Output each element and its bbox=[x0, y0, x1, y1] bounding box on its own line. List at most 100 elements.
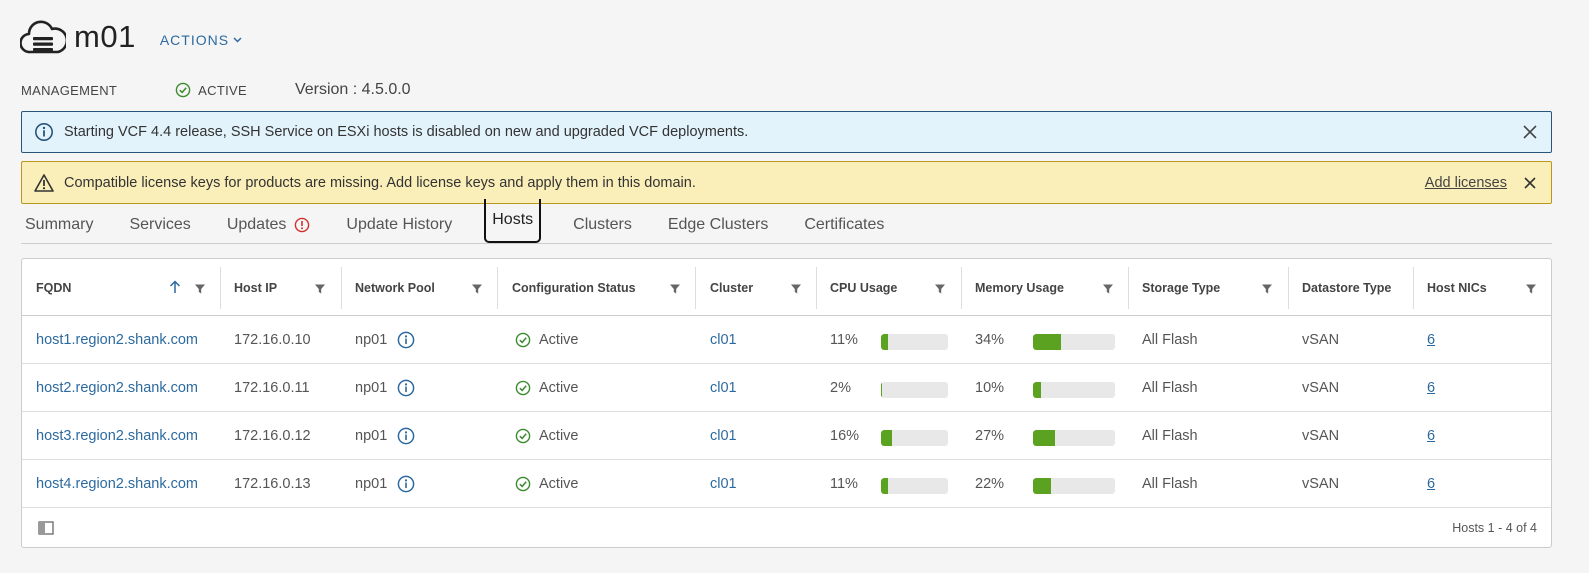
cluster-link[interactable]: cl01 bbox=[710, 412, 737, 460]
network-pool: np01 bbox=[355, 412, 415, 460]
memory-usage-value: 10% bbox=[975, 380, 1005, 396]
cpu-usage-bar bbox=[881, 478, 948, 494]
add-licenses-link[interactable]: Add licenses bbox=[1425, 175, 1507, 191]
close-icon[interactable] bbox=[1519, 121, 1541, 143]
domain-tabs: Summary Services Updates Update History … bbox=[21, 199, 1552, 244]
check-circle-icon bbox=[515, 380, 531, 396]
col-header-configuration-status[interactable]: Configuration Status bbox=[512, 259, 636, 316]
table-row: host3.region2.shank.com 172.16.0.12 np01… bbox=[22, 412, 1551, 460]
network-pool: np01 bbox=[355, 364, 415, 412]
filter-icon[interactable] bbox=[314, 282, 326, 294]
config-status: Active bbox=[515, 460, 579, 508]
tab-update-history[interactable]: Update History bbox=[342, 207, 456, 243]
column-toggle-icon[interactable] bbox=[38, 521, 54, 535]
grid-header: FQDN Host IP Network Pool Configuration … bbox=[22, 259, 1551, 316]
col-header-datastore-type[interactable]: Datastore Type bbox=[1302, 259, 1392, 316]
host-ip: 172.16.0.10 bbox=[234, 332, 311, 348]
host-fqdn-link[interactable]: host1.region2.shank.com bbox=[36, 316, 198, 364]
host-nics-link[interactable]: 6 bbox=[1427, 364, 1435, 412]
grid-footer: Hosts 1 - 4 of 4 bbox=[22, 508, 1551, 548]
tab-certificates[interactable]: Certificates bbox=[800, 207, 888, 243]
cpu-usage-bar bbox=[881, 430, 948, 446]
check-circle-icon bbox=[175, 82, 191, 98]
col-header-network-pool[interactable]: Network Pool bbox=[355, 259, 435, 316]
cpu-usage-value: 11% bbox=[830, 476, 858, 492]
domain-status-label: ACTIVE bbox=[198, 82, 247, 98]
filter-icon[interactable] bbox=[1261, 282, 1273, 294]
filter-icon[interactable] bbox=[1525, 282, 1537, 294]
actions-menu-button[interactable]: ACTIONS bbox=[160, 32, 242, 48]
memory-usage-value: 34% bbox=[975, 332, 1005, 348]
col-header-fqdn[interactable]: FQDN bbox=[36, 259, 71, 316]
chevron-down-icon bbox=[233, 35, 242, 46]
hosts-datagrid: FQDN Host IP Network Pool Configuration … bbox=[21, 258, 1552, 548]
datastore-type: vSAN bbox=[1302, 332, 1340, 348]
close-icon[interactable] bbox=[1519, 172, 1541, 194]
memory-usage-bar bbox=[1033, 430, 1115, 446]
tab-updates[interactable]: Updates bbox=[223, 207, 315, 243]
host-fqdn-link[interactable]: host4.region2.shank.com bbox=[36, 460, 198, 508]
memory-usage-value: 27% bbox=[975, 428, 1005, 444]
filter-icon[interactable] bbox=[194, 282, 206, 294]
info-circle-icon[interactable] bbox=[397, 427, 415, 445]
datastore-type: vSAN bbox=[1302, 476, 1340, 492]
actions-label: ACTIONS bbox=[159, 32, 230, 48]
config-status: Active bbox=[515, 364, 579, 412]
host-ip: 172.16.0.13 bbox=[234, 476, 311, 492]
col-header-cluster[interactable]: Cluster bbox=[710, 259, 753, 316]
host-nics-link[interactable]: 6 bbox=[1427, 460, 1435, 508]
domain-type: MANAGEMENT bbox=[21, 82, 118, 98]
host-nics-link[interactable]: 6 bbox=[1427, 316, 1435, 364]
page-header: m01 ACTIONS bbox=[19, 14, 242, 60]
filter-icon[interactable] bbox=[790, 282, 802, 294]
config-status: Active bbox=[515, 412, 579, 460]
storage-type: All Flash bbox=[1142, 380, 1198, 396]
domain-status: ACTIVE bbox=[175, 82, 247, 98]
cloud-server-icon bbox=[19, 16, 69, 58]
check-circle-icon bbox=[515, 428, 531, 444]
sort-ascending-icon[interactable] bbox=[169, 280, 181, 299]
cpu-usage-value: 2% bbox=[830, 380, 851, 396]
col-header-host-ip[interactable]: Host IP bbox=[234, 259, 277, 316]
memory-usage-value: 22% bbox=[975, 476, 1005, 492]
info-alert: Starting VCF 4.4 release, SSH Service on… bbox=[21, 111, 1552, 153]
storage-type: All Flash bbox=[1142, 476, 1198, 492]
cluster-link[interactable]: cl01 bbox=[710, 316, 737, 364]
datastore-type: vSAN bbox=[1302, 428, 1340, 444]
network-pool: np01 bbox=[355, 316, 415, 364]
col-header-host-nics[interactable]: Host NICs bbox=[1427, 259, 1487, 316]
tab-edge-clusters[interactable]: Edge Clusters bbox=[664, 207, 773, 243]
table-row: host4.region2.shank.com 172.16.0.13 np01… bbox=[22, 460, 1551, 508]
info-circle-icon[interactable] bbox=[397, 379, 415, 397]
filter-icon[interactable] bbox=[669, 282, 681, 294]
col-header-storage-type[interactable]: Storage Type bbox=[1142, 259, 1220, 316]
info-circle-icon bbox=[34, 122, 54, 142]
tab-summary[interactable]: Summary bbox=[21, 207, 97, 243]
cluster-link[interactable]: cl01 bbox=[710, 460, 737, 508]
tab-clusters[interactable]: Clusters bbox=[569, 207, 636, 243]
info-circle-icon[interactable] bbox=[397, 475, 415, 493]
page-title: m01 bbox=[74, 19, 136, 54]
table-row: host2.region2.shank.com 172.16.0.11 np01… bbox=[22, 364, 1551, 412]
cpu-usage-value: 11% bbox=[830, 332, 858, 348]
filter-icon[interactable] bbox=[934, 282, 946, 294]
host-ip: 172.16.0.11 bbox=[234, 380, 310, 396]
cluster-link[interactable]: cl01 bbox=[710, 364, 737, 412]
table-row: host1.region2.shank.com 172.16.0.10 np01… bbox=[22, 316, 1551, 364]
warning-alert-text: Compatible license keys for products are… bbox=[64, 174, 696, 191]
col-header-memory-usage[interactable]: Memory Usage bbox=[975, 259, 1064, 316]
storage-type: All Flash bbox=[1142, 428, 1198, 444]
col-header-cpu-usage[interactable]: CPU Usage bbox=[830, 259, 897, 316]
host-nics-link[interactable]: 6 bbox=[1427, 412, 1435, 460]
host-fqdn-link[interactable]: host2.region2.shank.com bbox=[36, 364, 198, 412]
filter-icon[interactable] bbox=[471, 282, 483, 294]
info-alert-text: Starting VCF 4.4 release, SSH Service on… bbox=[64, 124, 749, 140]
cpu-usage-bar bbox=[881, 382, 948, 398]
exclamation-circle-icon bbox=[294, 217, 310, 233]
tab-services[interactable]: Services bbox=[125, 207, 194, 243]
tab-hosts[interactable]: Hosts bbox=[484, 199, 542, 243]
info-circle-icon[interactable] bbox=[397, 331, 415, 349]
filter-icon[interactable] bbox=[1102, 282, 1114, 294]
host-fqdn-link[interactable]: host3.region2.shank.com bbox=[36, 412, 198, 460]
network-pool: np01 bbox=[355, 460, 415, 508]
